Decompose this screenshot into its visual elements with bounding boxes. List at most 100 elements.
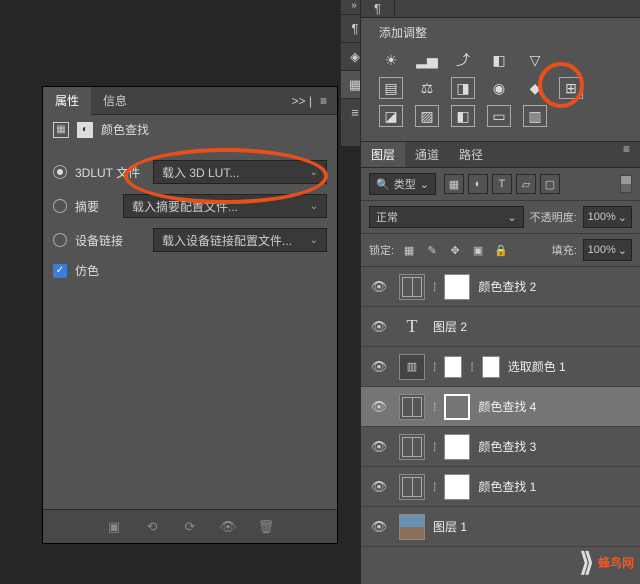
color-balance-icon[interactable]: ⚖ [415, 77, 439, 99]
collapse-panel[interactable]: >> | [292, 94, 312, 108]
row-dither: ✓ 仿色 [53, 262, 327, 279]
properties-title: 颜色查找 [101, 121, 149, 138]
layer-name: 颜色查找 2 [478, 278, 536, 295]
layer-row[interactable]: 👁 ▥ ⁞ ⁞ 选取颜色 1 [361, 347, 640, 387]
layer-name: 选取颜色 1 [508, 358, 566, 375]
adjustment-thumb-icon: ▥ [399, 354, 425, 380]
chevron-down-icon: ⌄ [310, 235, 318, 246]
filter-shape-icon[interactable]: ▱ [516, 174, 536, 194]
blend-mode-dropdown[interactable]: 正常 ⌄ [369, 206, 524, 228]
invert-icon[interactable]: ◪ [379, 105, 403, 127]
filter-adjust-icon[interactable]: ◐ [468, 174, 488, 194]
properties-body: 3DLUT 文件 载入 3D LUT... ⌄ 摘要 载入摘要配置文件... ⌄… [43, 144, 337, 309]
fill-label: 填充: [552, 242, 577, 258]
visibility-icon[interactable]: 👁 [367, 279, 391, 295]
color-lookup-icon[interactable]: ⊞ [559, 77, 583, 99]
layer-row[interactable]: 👁 图层 1 [361, 507, 640, 547]
layer-row[interactable]: 👁 ⁞ 颜色查找 3 [361, 427, 640, 467]
adjustment-thumb-icon [399, 474, 425, 500]
brightness-icon[interactable]: ☀ [379, 49, 403, 71]
lock-transparent-icon[interactable]: ▦ [400, 241, 418, 259]
mask-thumb [444, 394, 470, 420]
visibility-icon[interactable]: 👁 [367, 399, 391, 415]
adjustments-section: 添加调整 ☀ ▂▅ ⤴ ◧ ▽ ▤ ⚖ ◨ ◉ ◆ ⊞ ◪ ▨ ◧ ▭ ▥ [361, 18, 640, 142]
dock-tab-paragraph[interactable]: ¶ [361, 0, 395, 18]
filter-type-icon[interactable]: T [492, 174, 512, 194]
radio-3dlut[interactable] [53, 165, 67, 179]
posterize-icon[interactable]: ▨ [415, 105, 439, 127]
gradient-map-icon[interactable]: ▭ [487, 105, 511, 127]
link-icon: ⁞ [433, 480, 436, 494]
tab-paths[interactable]: 路径 [449, 142, 493, 167]
properties-title-row: ▦ ◐ 颜色查找 [43, 115, 337, 144]
checkbox-dither[interactable]: ✓ [53, 264, 67, 278]
photo-filter-icon[interactable]: ◉ [487, 77, 511, 99]
tab-properties[interactable]: 属性 [43, 87, 91, 115]
visibility-icon[interactable]: 👁 [367, 479, 391, 495]
select-3dlut[interactable]: 载入 3D LUT... ⌄ [153, 160, 327, 184]
layer-row[interactable]: 👁 ⁞ 颜色查找 4 [361, 387, 640, 427]
filter-type-dropdown[interactable]: 🔍 类型 ⌄ [369, 173, 436, 195]
reset-icon[interactable]: ⟳ [180, 517, 200, 537]
fill-value-text: 100% [588, 244, 616, 256]
hue-sat-icon[interactable]: ▤ [379, 77, 403, 99]
clip-to-layer-icon[interactable]: ▣ [104, 517, 124, 537]
visibility-icon[interactable]: 👁 [367, 519, 391, 535]
delete-adjustment-icon[interactable]: 🗑 [256, 517, 276, 537]
prev-state-icon[interactable]: ⟲ [142, 517, 162, 537]
layer-name: 颜色查找 4 [478, 398, 536, 415]
selective-color-icon[interactable]: ▥ [523, 105, 547, 127]
opacity-label: 不透明度: [530, 209, 577, 225]
panel-menu-icon[interactable]: ≡ [320, 94, 327, 108]
watermark: ⟫ 蜂鸟网 [580, 547, 634, 578]
radio-devlink[interactable] [53, 233, 67, 247]
tab-layers[interactable]: 图层 [361, 142, 405, 167]
mask-thumb [444, 434, 470, 460]
properties-header: 属性 信息 >> | ≡ [43, 87, 337, 115]
exposure-icon[interactable]: ◧ [487, 49, 511, 71]
search-icon: 🔍 [376, 178, 390, 191]
layer-row[interactable]: 👁 T 图层 2 [361, 307, 640, 347]
filter-switch[interactable] [620, 175, 632, 193]
opacity-value[interactable]: 100% ⌄ [583, 206, 632, 228]
tab-channels[interactable]: 通道 [405, 142, 449, 167]
link-icon: ⁞ [433, 400, 436, 414]
lock-label: 锁定: [369, 242, 394, 258]
layer-row[interactable]: 👁 ⁞ 颜色查找 1 [361, 467, 640, 507]
lock-all-icon[interactable]: 🔒 [492, 241, 510, 259]
lut-grid-icon: ▦ [53, 122, 69, 138]
radio-abstract[interactable] [53, 199, 67, 213]
select-devlink[interactable]: 载入设备链接配置文件... ⌄ [153, 228, 327, 252]
layer-name: 颜色查找 3 [478, 438, 536, 455]
chevron-down-icon: ⌄ [618, 244, 627, 257]
fill-value[interactable]: 100% ⌄ [583, 239, 632, 261]
layers-menu-icon[interactable]: ≡ [613, 142, 640, 167]
threshold-icon[interactable]: ◧ [451, 105, 475, 127]
filter-pixel-icon[interactable]: ▦ [444, 174, 464, 194]
lock-pixels-icon[interactable]: ✎ [423, 241, 441, 259]
lock-artboard-icon[interactable]: ▣ [469, 241, 487, 259]
select-abstract[interactable]: 载入摘要配置文件... ⌄ [123, 194, 327, 218]
channel-mixer-icon[interactable]: ◆ [523, 77, 547, 99]
row-3dlut: 3DLUT 文件 载入 3D LUT... ⌄ [53, 160, 327, 184]
chevron-down-icon: ⌄ [310, 201, 318, 212]
visibility-icon[interactable]: 👁 [367, 359, 391, 375]
toggle-visibility-icon[interactable]: 👁 [218, 517, 238, 537]
layers-header: 图层 通道 路径 ≡ [361, 142, 640, 168]
visibility-icon[interactable]: 👁 [367, 439, 391, 455]
levels-icon[interactable]: ▂▅ [415, 49, 439, 71]
filter-smart-icon[interactable]: ▢ [540, 174, 560, 194]
vibrance-icon[interactable]: ▽ [523, 49, 547, 71]
visibility-icon[interactable]: 👁 [367, 319, 391, 335]
tab-info[interactable]: 信息 [91, 87, 139, 115]
bw-icon[interactable]: ◨ [451, 77, 475, 99]
layers-filter-row: 🔍 类型 ⌄ ▦ ◐ T ▱ ▢ [361, 168, 640, 201]
layer-row[interactable]: 👁 ⁞ 颜色查找 2 [361, 267, 640, 307]
watermark-text: 蜂鸟网 [598, 554, 634, 571]
curves-icon[interactable]: ⤴ [451, 49, 475, 71]
blend-row: 正常 ⌄ 不透明度: 100% ⌄ [361, 201, 640, 234]
lock-position-icon[interactable]: ✥ [446, 241, 464, 259]
link-icon: ⁞ [433, 280, 436, 294]
layer-name: 图层 1 [433, 518, 467, 535]
properties-footer: ▣ ⟲ ⟳ 👁 🗑 [43, 509, 337, 543]
